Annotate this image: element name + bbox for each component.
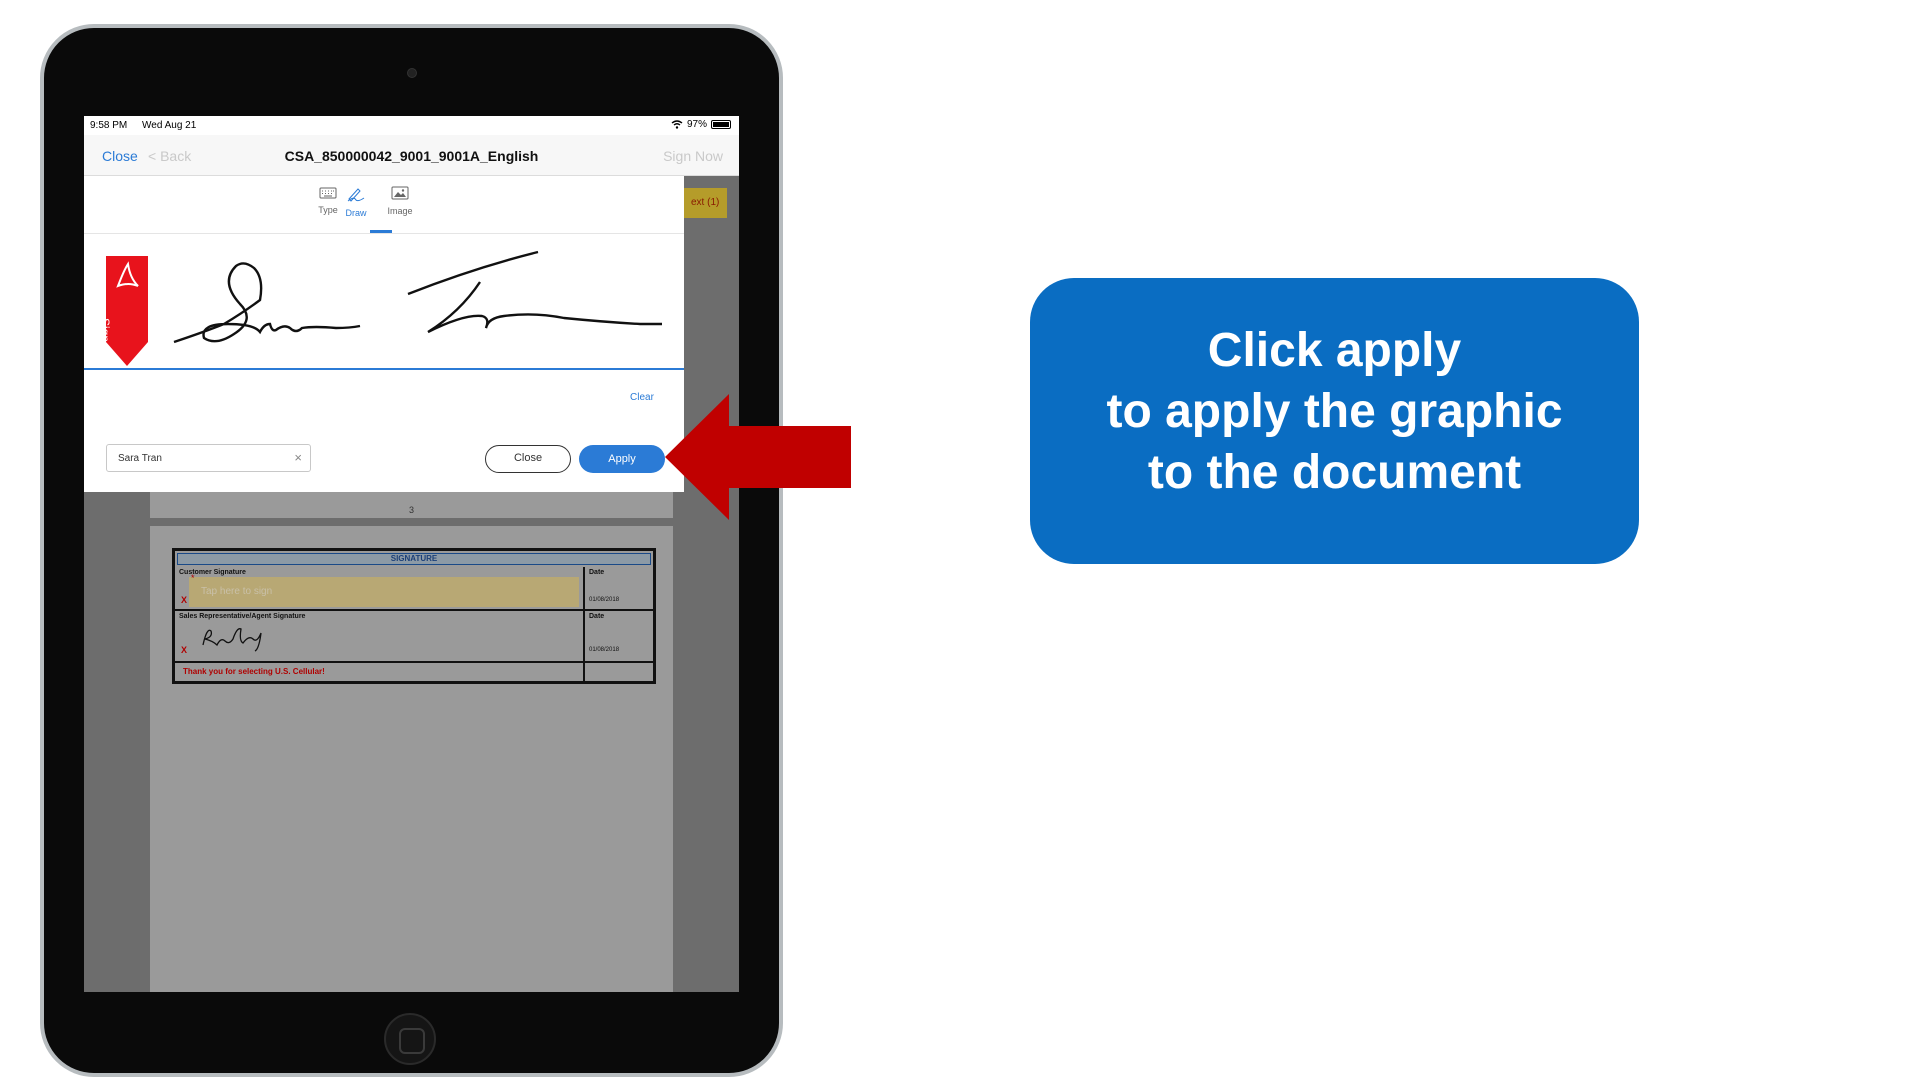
wifi-icon xyxy=(671,120,683,129)
tab-draw[interactable]: Draw xyxy=(336,186,376,218)
battery-percent: 97% xyxy=(686,119,707,130)
signature-panel: Type Draw Image Sign Clear Sara Tran × C… xyxy=(84,176,684,492)
instruction-line-3: to the document xyxy=(1147,446,1522,499)
status-date: Wed Aug 21 xyxy=(142,120,197,131)
rep-signature-drawing xyxy=(202,628,262,652)
signature-mode-tabs: Type Draw Image xyxy=(84,176,684,234)
customer-signature-label: Customer Signature xyxy=(179,569,246,576)
signer-name-field[interactable]: Sara Tran × xyxy=(106,444,311,472)
rep-signature-label: Sales Representative/Agent Signature xyxy=(179,613,306,620)
status-right: 97% xyxy=(671,119,731,130)
clear-button[interactable]: Clear xyxy=(630,392,654,403)
clear-field-icon[interactable]: × xyxy=(294,450,302,465)
instruction-line-2: to apply the graphic xyxy=(1106,385,1563,438)
drawn-signature xyxy=(173,250,662,344)
next-field-tag[interactable]: ext (1) xyxy=(681,188,727,218)
customer-signature-row: Customer Signature Tap here to sign * X … xyxy=(175,567,653,609)
sign-now-button[interactable]: Sign Now xyxy=(663,148,723,164)
tab-image[interactable]: Image xyxy=(380,186,420,216)
page-number: 3 xyxy=(408,505,414,515)
instruction-text: Click apply to apply the graphic to the … xyxy=(1030,320,1639,503)
document-title: CSA_850000042_9001_9001A_English xyxy=(284,148,539,164)
instruction-callout: Click apply to apply the graphic to the … xyxy=(1030,278,1639,564)
signature-table-header: SIGNATURE xyxy=(177,553,651,565)
home-button[interactable] xyxy=(384,1013,436,1065)
apply-button[interactable]: Apply xyxy=(579,445,665,473)
thanks-row: Thank you for selecting U.S. Cellular! xyxy=(175,661,653,681)
status-bar: 9:58 PM Wed Aug 21 97% xyxy=(84,116,739,135)
tap-to-sign-text: Tap here to sign xyxy=(201,586,273,597)
signature-table: SIGNATURE Customer Signature Tap here to… xyxy=(172,548,656,684)
date-value: 01/08/2018 xyxy=(589,647,620,653)
x-mark: X xyxy=(181,595,188,605)
camera xyxy=(407,68,417,78)
rep-signature-row: Sales Representative/Agent Signature X D… xyxy=(175,609,653,661)
status-time: 9:58 PM xyxy=(90,120,128,131)
thanks-text: Thank you for selecting U.S. Cellular! xyxy=(183,667,325,676)
keyboard-icon xyxy=(319,187,337,199)
sign-ribbon-label: Sign xyxy=(98,318,112,343)
close-button[interactable]: Close xyxy=(485,445,571,473)
tutorial-slide: 9:58 PM Wed Aug 21 97% Close < Back CSA_… xyxy=(0,0,1920,1080)
signature-draw-area[interactable]: Sign xyxy=(84,234,684,368)
battery-icon xyxy=(711,120,731,129)
required-star: * xyxy=(191,573,195,583)
ipad-device: 9:58 PM Wed Aug 21 97% Close < Back CSA_… xyxy=(40,24,783,1077)
date-label: Date xyxy=(589,569,605,576)
nav-bar: Close < Back CSA_850000042_9001_9001A_En… xyxy=(84,135,739,176)
date-value: 01/08/2018 xyxy=(589,597,620,603)
ipad-screen: 9:58 PM Wed Aug 21 97% Close < Back CSA_… xyxy=(84,116,739,992)
tap-to-sign-field[interactable]: Tap here to sign xyxy=(189,577,579,607)
pointer-arrow-icon xyxy=(665,394,851,520)
tab-draw-label: Draw xyxy=(345,208,367,218)
date-label: Date xyxy=(589,613,605,620)
table-divider xyxy=(583,567,585,681)
tab-selected-indicator xyxy=(370,230,392,233)
signature-baseline xyxy=(84,368,684,370)
instruction-line-1: Click apply xyxy=(1207,324,1462,377)
tab-image-label: Image xyxy=(387,206,413,216)
acrobat-sign-ribbon xyxy=(106,256,148,366)
x-mark: X xyxy=(181,645,188,655)
signer-name-value: Sara Tran xyxy=(118,453,162,464)
page-gap xyxy=(150,518,673,526)
pen-draw-icon xyxy=(347,188,365,202)
image-icon xyxy=(391,186,409,200)
